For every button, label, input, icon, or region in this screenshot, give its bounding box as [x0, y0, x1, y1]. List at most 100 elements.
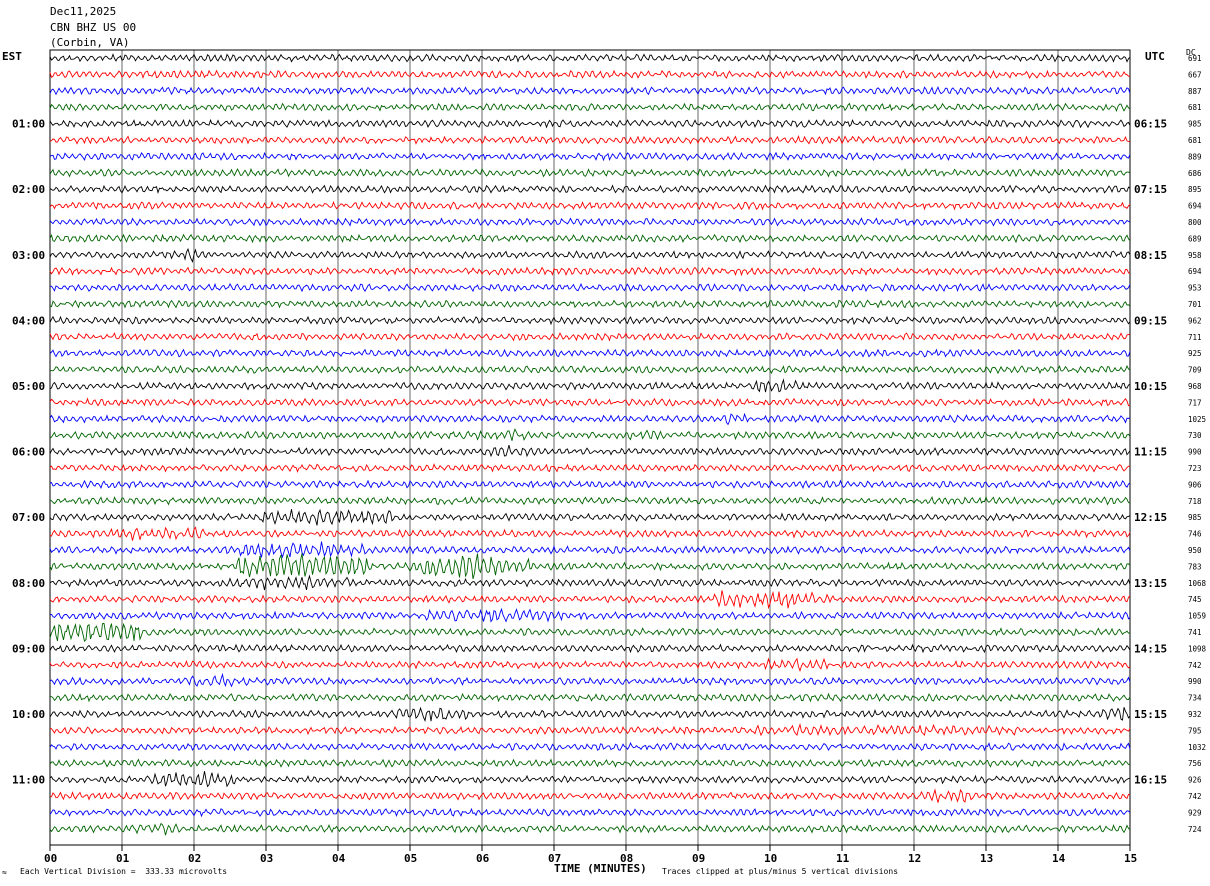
x-tick-label: 05	[404, 852, 417, 865]
x-tick-label: 12	[908, 852, 921, 865]
dc-offset-label: 1025	[1188, 415, 1206, 424]
trace-34	[49, 607, 1131, 623]
dc-offset-label: 968	[1188, 382, 1202, 391]
trace-45	[49, 788, 1131, 803]
dc-offset-label: 741	[1188, 628, 1202, 637]
trace-29	[49, 526, 1131, 541]
dc-offset-label: 906	[1188, 480, 1202, 489]
dc-offset-label: 681	[1188, 103, 1202, 112]
trace-7	[49, 167, 1131, 178]
plot-grid	[49, 49, 1131, 846]
left-hour-label: 07:00	[12, 511, 45, 524]
right-hour-label: 14:15	[1134, 642, 1167, 655]
x-tick-label: 00	[44, 852, 57, 865]
dc-offset-label: 717	[1188, 398, 1202, 407]
right-hour-label: 12:15	[1134, 511, 1167, 524]
trace-47	[49, 822, 1131, 836]
dc-offset-label: 694	[1188, 202, 1202, 211]
right-hour-label: 07:15	[1134, 183, 1167, 196]
right-hour-label: 09:15	[1134, 314, 1167, 327]
trace-8	[49, 184, 1131, 195]
dc-offset-label: 718	[1188, 497, 1202, 506]
trace-13	[49, 266, 1131, 277]
dc-offset-label: 691	[1188, 54, 1202, 63]
left-hour-label: 03:00	[12, 249, 45, 262]
trace-19	[50, 364, 1131, 375]
dc-offset-label: 694	[1188, 267, 1202, 276]
trace-40	[49, 706, 1131, 723]
dc-offset-label: 895	[1188, 185, 1202, 194]
right-hour-label: 16:15	[1134, 774, 1167, 787]
left-hour-label: 02:00	[12, 183, 45, 196]
dc-offset-label: 925	[1188, 349, 1202, 358]
x-tick-label: 06	[476, 852, 490, 865]
x-tick-label: 09	[692, 852, 705, 865]
dc-offset-label: 929	[1188, 808, 1202, 817]
trace-16	[49, 315, 1131, 326]
trace-25	[49, 463, 1131, 473]
dc-offset-label: 686	[1188, 169, 1202, 178]
x-tick-label: 14	[1052, 852, 1066, 865]
dc-offset-label: 1068	[1188, 579, 1207, 588]
trace-42	[49, 742, 1131, 752]
x-tick-label: 02	[188, 852, 201, 865]
dc-offset-label: 742	[1188, 661, 1202, 670]
left-hour-label: 04:00	[12, 314, 45, 327]
dc-offset-label: 730	[1188, 431, 1202, 440]
trace-23	[49, 428, 1131, 441]
x-tick-label: 01	[116, 852, 130, 865]
trace-0	[49, 53, 1131, 63]
dc-offset-label: 950	[1188, 546, 1202, 555]
trace-5	[49, 135, 1131, 145]
dc-offset-label: 990	[1188, 677, 1202, 686]
trace-41	[49, 722, 1131, 737]
left-hour-label: 10:00	[12, 708, 45, 721]
trace-18	[49, 348, 1131, 358]
dc-offset-label: 953	[1188, 284, 1202, 293]
trace-9	[49, 200, 1131, 211]
trace-46	[49, 807, 1131, 818]
trace-31	[49, 553, 1131, 580]
dc-offset-label: 711	[1188, 333, 1202, 342]
trace-group: 691 667 887 681 985 681 889 686 895 694 800 689 958 6…	[49, 53, 1207, 836]
trace-10	[49, 217, 1131, 227]
dc-offset-label: 958	[1188, 251, 1202, 260]
dc-offset-label: 887	[1188, 87, 1202, 96]
trace-1	[49, 69, 1131, 80]
trace-33	[49, 590, 1131, 610]
dc-offset-label: 1098	[1188, 644, 1207, 653]
trace-3	[49, 102, 1131, 113]
trace-36	[49, 643, 1131, 654]
left-hour-label: 08:00	[12, 577, 45, 590]
corner-mark: ≈	[2, 868, 7, 877]
right-hour-label: 06:15	[1134, 118, 1167, 131]
plot-frame	[49, 49, 1131, 846]
clip-note: Traces clipped at plus/minus 5 vertical …	[662, 867, 899, 876]
right-hour-label: 08:15	[1134, 249, 1167, 262]
right-hour-label: 13:15	[1134, 577, 1167, 590]
dc-offset-label: 1032	[1188, 743, 1206, 752]
right-hour-label: 10:15	[1134, 380, 1167, 393]
left-hour-label: 05:00	[12, 380, 45, 393]
dc-offset-label: 990	[1188, 448, 1202, 457]
trace-14	[49, 282, 1131, 293]
left-hour-label: 11:00	[12, 774, 45, 787]
dc-offset-label: 709	[1188, 366, 1202, 375]
left-hour-label: 06:00	[12, 446, 45, 459]
dc-offset-label: 1059	[1188, 612, 1206, 621]
dc-offset-label: 701	[1188, 300, 1202, 309]
dc-offset-label: 745	[1188, 595, 1202, 604]
trace-37	[49, 657, 1131, 673]
trace-24	[49, 444, 1131, 458]
dc-offset-label: 734	[1188, 694, 1202, 703]
x-tick-label: 03	[260, 852, 273, 865]
dc-offset-label: 795	[1188, 726, 1202, 735]
dc-offset-label: 689	[1188, 234, 1202, 243]
trace-4	[49, 118, 1131, 129]
right-hour-label: 15:15	[1134, 708, 1167, 721]
dc-offset-label: 783	[1188, 562, 1202, 571]
left-hour-label: 01:00	[12, 118, 45, 131]
trace-44	[49, 771, 1131, 788]
trace-17	[49, 332, 1131, 342]
left-hour-label: 09:00	[12, 642, 45, 655]
